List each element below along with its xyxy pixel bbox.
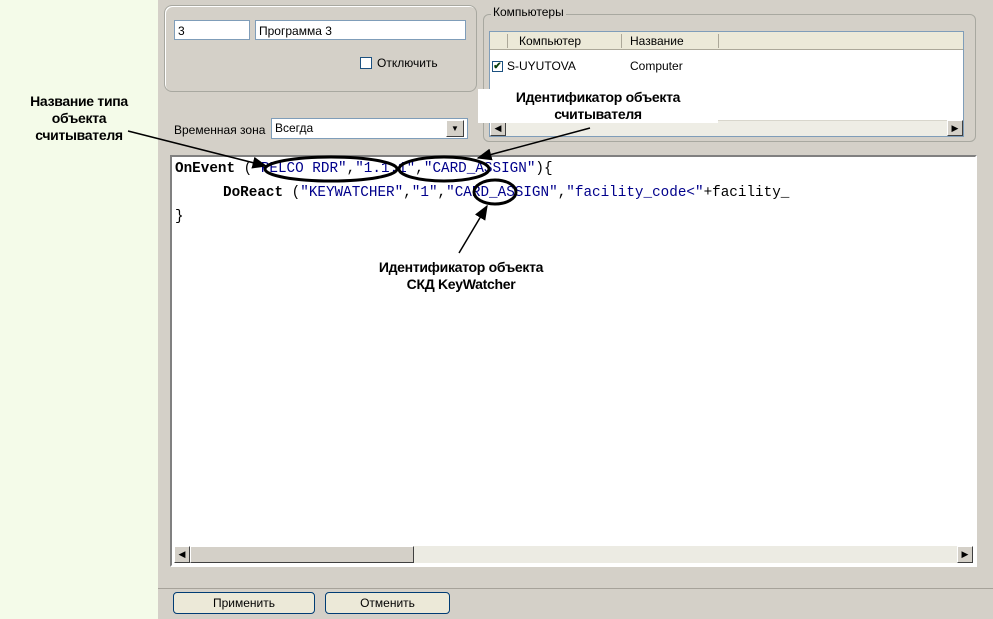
program-group-box (164, 5, 477, 92)
code-token: "facility_code<" (566, 185, 704, 201)
column-separator (507, 34, 508, 48)
code-token: "1" (411, 185, 438, 201)
code-token: "CARD_ASSIGN" (423, 161, 536, 177)
timezone-label: Временная зона (174, 123, 266, 137)
program-id-field[interactable]: 3 (174, 20, 250, 40)
code-token: "KEYWATCHER" (300, 185, 404, 201)
dropdown-arrow-icon[interactable]: ▼ (446, 120, 464, 137)
code-token: OnEvent (175, 161, 236, 177)
annotation-reader-id: Идентификатор объекта считывателя (478, 89, 718, 123)
disable-checkbox[interactable] (360, 57, 372, 69)
column-header-computer[interactable]: Компьютер (519, 34, 581, 48)
editor-scroll-thumb[interactable] (190, 546, 414, 563)
code-token: , (403, 185, 412, 201)
code-token: "1.1.1" (355, 161, 416, 177)
annotation-line: Идентификатор объекта (515, 89, 681, 105)
annotation-line: Название типа (30, 93, 128, 109)
disable-label: Отключить (377, 56, 438, 70)
annotation-line: Идентификатор объекта (378, 259, 544, 275)
timezone-value[interactable]: Всегда (275, 121, 313, 135)
computer-cell[interactable]: S-UYUTOVA (507, 59, 576, 73)
annotation-line: СКД KeyWatcher (406, 276, 516, 292)
scroll-right-icon[interactable]: ▶ (957, 546, 973, 563)
scroll-left-icon[interactable]: ◀ (174, 546, 190, 563)
annotation-line: объекта (51, 110, 107, 126)
code-line-2: DoReact ("KEYWATCHER","1","CARD_ASSIGN",… (223, 185, 789, 201)
computer-name-cell[interactable]: Computer (630, 59, 683, 73)
column-header-name[interactable]: Название (630, 34, 684, 48)
code-token: , (437, 185, 447, 201)
code-line-3: } (175, 209, 184, 225)
program-name-field[interactable]: Программа 3 (255, 20, 466, 40)
annotation-keywatcher-id: Идентификатор объекта СКД KeyWatcher (330, 259, 592, 293)
divider (158, 588, 993, 589)
code-token: "CARD_ASSIGN" (446, 185, 558, 201)
column-separator (621, 34, 622, 48)
code-token: ( (283, 185, 301, 201)
code-token: ( (235, 161, 253, 177)
computers-legend: Компьютеры (491, 5, 566, 19)
code-line-1: OnEvent ("PELCO RDR","1.1.1","CARD_ASSIG… (175, 161, 553, 177)
cancel-button[interactable]: Отменить (325, 592, 450, 614)
scroll-right-icon[interactable]: ▶ (947, 120, 963, 136)
code-token: DoReact (223, 185, 284, 201)
code-token: , (557, 185, 567, 201)
script-editor[interactable] (170, 155, 977, 567)
annotation-line: считывателя (554, 106, 642, 122)
computer-row-checkbox[interactable]: ✔ (492, 61, 503, 72)
code-token: , (415, 161, 424, 177)
apply-button[interactable]: Применить (173, 592, 315, 614)
annotation-line: считывателя (35, 127, 123, 143)
column-separator (718, 34, 719, 48)
code-token: "PELCO RDR" (252, 161, 347, 177)
code-token: +facility_ (703, 185, 790, 201)
code-token: ){ (535, 161, 553, 177)
code-token: , (346, 161, 356, 177)
annotation-reader-type: Название типа объекта считывателя (4, 93, 154, 144)
